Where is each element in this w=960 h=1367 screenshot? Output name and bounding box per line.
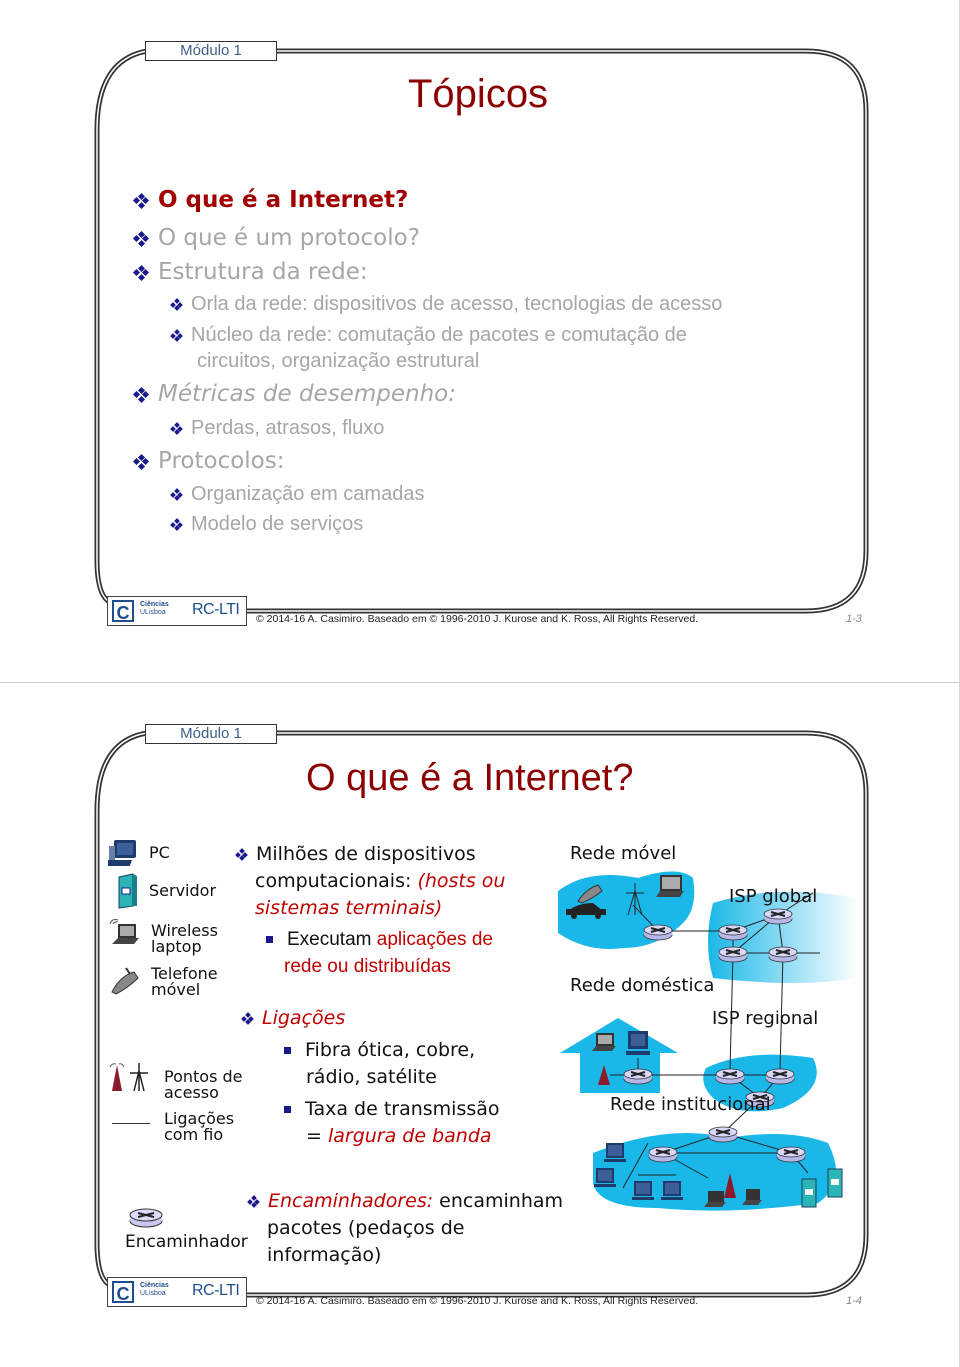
sub-bullet-rate: Taxa de transmissão xyxy=(284,1098,500,1120)
pc-icon xyxy=(632,1181,654,1200)
topic-metrics: Métricas de desempenho: xyxy=(132,381,456,407)
slide-title: O que é a Internet? xyxy=(306,757,634,799)
sub-bullet-rate-cont: = largura de banda xyxy=(306,1125,492,1147)
page-number: 1-3 xyxy=(846,613,862,625)
pc-icon xyxy=(604,1143,626,1162)
diamond-bullet-icon xyxy=(170,488,183,502)
subtopic-core: Núcleo da rede: comutação de pacotes e c… xyxy=(170,324,687,347)
laptop-icon xyxy=(656,875,684,897)
diamond-bullet-icon xyxy=(132,192,150,209)
pc-icon xyxy=(594,1168,616,1187)
network-diagram xyxy=(558,871,858,1211)
logo-institution: Ciências ULisboa xyxy=(140,601,169,616)
label-mobile-network: Rede móvel xyxy=(570,843,677,864)
home-network-region xyxy=(560,1018,678,1093)
module-tag: Módulo 1 xyxy=(145,41,277,61)
wireless-laptop-icon xyxy=(109,919,139,944)
topic-protocols: Protocolos: xyxy=(132,448,285,474)
legend-wireless-laptop: Wireless laptop xyxy=(151,921,218,956)
subtopic-layers: Organização em camadas xyxy=(170,483,424,506)
server-icon xyxy=(118,873,137,909)
page-number: 1-4 xyxy=(846,1295,862,1307)
copyright: © 2014-16 A. Casimiro. Baseado em © 1996… xyxy=(256,1295,699,1307)
pc-icon xyxy=(661,1181,683,1200)
subtopic-losses: Perdas, atrasos, fluxo xyxy=(170,417,384,440)
copyright: © 2014-16 A. Casimiro. Baseado em © 1996… xyxy=(256,613,699,625)
logo-institution: Ciências ULisboa xyxy=(140,1282,169,1297)
diamond-bullet-icon xyxy=(132,230,150,247)
square-bullet-icon xyxy=(284,1106,291,1113)
label-global-isp: ISP global xyxy=(729,886,818,907)
server-icon xyxy=(801,1178,817,1208)
legend-server: Servidor xyxy=(149,881,217,900)
diamond-bullet-icon xyxy=(170,298,183,312)
label-home-network: Rede doméstica xyxy=(570,975,715,996)
topic-internet: O que é a Internet? xyxy=(132,187,408,213)
topic-protocol: O que é um protocolo? xyxy=(132,225,420,251)
topic-structure: Estrutura da rede: xyxy=(132,259,368,285)
access-point-icon xyxy=(109,1063,148,1092)
footer-logo: C Ciências ULisboa RC-LTI xyxy=(107,1277,247,1307)
bullet-routers-line3: informação) xyxy=(267,1244,382,1266)
diamond-bullet-icon xyxy=(170,422,183,436)
diamond-bullet-icon xyxy=(247,1195,260,1208)
slide-2: Módulo 1 O que é a Internet? PC Servidor… xyxy=(0,683,960,1367)
label-institutional-network: Rede institucional xyxy=(610,1094,771,1115)
bullet-links: Ligações xyxy=(241,1007,345,1029)
diamond-bullet-icon xyxy=(241,1012,254,1025)
wired-link-icon xyxy=(112,1123,150,1124)
ciencias-logo-icon: C xyxy=(112,600,134,623)
footer-logo: C Ciências ULisboa RC-LTI xyxy=(107,596,247,626)
square-bullet-icon xyxy=(266,936,273,944)
diamond-bullet-icon xyxy=(132,453,150,470)
sub-bullet-media-cont: rádio, satélite xyxy=(306,1066,437,1088)
legend-mobile-phone: Telefone móvel xyxy=(151,964,218,999)
course-name: RC-LTI xyxy=(192,601,240,618)
pc-icon xyxy=(108,840,136,866)
module-tag: Módulo 1 xyxy=(145,724,277,744)
subtopic-services: Modelo de serviços xyxy=(170,513,363,536)
sub-bullet-apps-cont: rede ou distribuídas xyxy=(284,956,451,977)
legend-access-point: Pontos de acesso xyxy=(164,1067,243,1102)
bullet-devices-line2: computacionais: (hosts ou xyxy=(255,870,506,892)
bullet-devices-line3: sistemas terminais) xyxy=(255,897,443,919)
pc-icon xyxy=(626,1031,650,1055)
subtopic-core-cont: circuitos, organização estrutural xyxy=(197,350,480,372)
diamond-bullet-icon xyxy=(132,264,150,281)
bullet-routers: Encaminhadores: encaminham xyxy=(247,1190,563,1212)
mobile-phone-icon xyxy=(111,967,139,995)
bullet-devices: Milhões de dispositivos xyxy=(235,843,476,865)
legend-router: Encaminhador xyxy=(125,1232,248,1252)
bullet-routers-line2: pacotes (pedaços de xyxy=(267,1217,465,1239)
legend-pc: PC xyxy=(149,843,170,862)
square-bullet-icon xyxy=(284,1047,291,1054)
slide-title: Tópicos xyxy=(408,72,549,116)
subtopic-edge: Orla da rede: dispositivos de acesso, te… xyxy=(170,293,722,316)
sub-bullet-media: Fibra ótica, cobre, xyxy=(284,1039,475,1061)
diamond-bullet-icon xyxy=(235,848,248,861)
server-icon xyxy=(827,1168,843,1198)
legend-wired-link: Ligações com fio xyxy=(164,1109,235,1144)
diamond-bullet-icon xyxy=(132,386,150,403)
slide-1: Módulo 1 Tópicos O que é a Internet? O q… xyxy=(0,0,960,682)
sub-bullet-apps: Executam aplicações de xyxy=(266,929,493,951)
course-name: RC-LTI xyxy=(192,1282,240,1299)
router-icon xyxy=(129,1208,163,1228)
label-regional-isp: ISP regional xyxy=(712,1008,819,1029)
diamond-bullet-icon xyxy=(170,329,183,343)
ciencias-logo-icon: C xyxy=(112,1281,134,1304)
diamond-bullet-icon xyxy=(170,518,183,532)
